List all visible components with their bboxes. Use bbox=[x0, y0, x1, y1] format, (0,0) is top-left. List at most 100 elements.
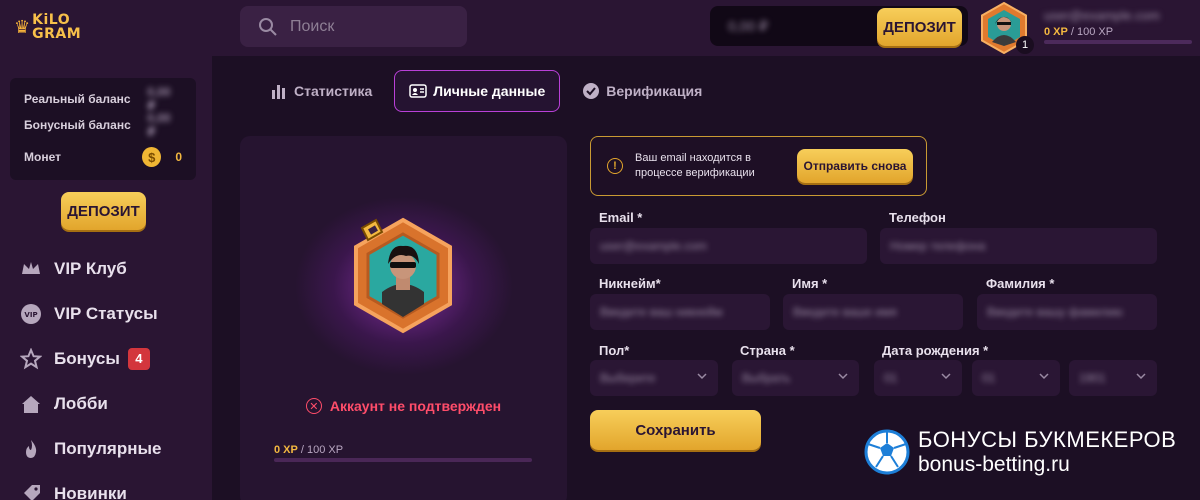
vip-icon: VIP bbox=[21, 303, 41, 324]
stats-icon bbox=[272, 85, 285, 99]
phone-placeholder: Номер телефона bbox=[890, 239, 986, 253]
header-user-email: user@example.com bbox=[1044, 8, 1160, 23]
watermark-line-1: БОНУСЫ БУКМЕКЕРОВ bbox=[918, 427, 1177, 452]
gender-label: Пол* bbox=[599, 343, 630, 358]
chevron-down-icon bbox=[838, 373, 848, 380]
crown-logo-icon: ♛ bbox=[14, 16, 31, 37]
header-deposit-button[interactable]: ДЕПОЗИТ bbox=[877, 8, 962, 46]
country-select[interactable]: Выбрать bbox=[732, 360, 859, 396]
tab-label: Личные данные bbox=[433, 83, 546, 99]
flame-icon bbox=[26, 439, 37, 458]
sidebar-item-label: Популярные bbox=[54, 438, 162, 458]
star-icon bbox=[20, 347, 42, 369]
info-icon: ! bbox=[607, 158, 623, 174]
sidebar-item-label: Лобби bbox=[54, 393, 108, 413]
email-field[interactable]: user@example.com bbox=[590, 228, 867, 264]
check-circle-icon bbox=[583, 83, 600, 99]
sidebar-deposit-button[interactable]: ДЕПОЗИТ bbox=[61, 192, 146, 230]
sidebar-item-vip-statuses[interactable]: VIP VIP Статусы bbox=[20, 291, 161, 336]
crown-icon bbox=[22, 261, 40, 274]
country-label: Страна * bbox=[740, 343, 795, 358]
header-xp-max: / 100 XP bbox=[1067, 26, 1114, 38]
birth-month-select[interactable]: 01 bbox=[972, 360, 1060, 396]
account-status: ✕ Аккаунт не подтвержден bbox=[240, 398, 567, 414]
balances-panel: Реальный баланс 0,00 ₽ Бонусный баланс 0… bbox=[10, 78, 196, 180]
sidebar: Реальный баланс 0,00 ₽ Бонусный баланс 0… bbox=[0, 56, 212, 500]
header-user-info[interactable]: user@example.com 0 XP / 100 XP bbox=[1044, 8, 1194, 44]
email-verification-notice: ! Ваш email находится в процессе верифик… bbox=[590, 136, 927, 196]
name-label: Имя * bbox=[792, 276, 828, 291]
tab-label: Статистика bbox=[294, 83, 373, 99]
sidebar-menu: VIP Клуб VIP VIP Статусы Бонусы 4 Лобби … bbox=[20, 246, 161, 500]
nickname-field[interactable]: Введите ваш никнейм bbox=[590, 294, 770, 330]
search-box[interactable] bbox=[240, 6, 467, 47]
card-xp-max: / 100 XP bbox=[297, 444, 344, 456]
sidebar-item-bonuses[interactable]: Бонусы 4 bbox=[20, 336, 161, 381]
phone-label: Телефон bbox=[889, 210, 946, 225]
logo-line-2: GRAM bbox=[32, 26, 82, 42]
surname-placeholder: Введите вашу фамилию bbox=[987, 305, 1123, 319]
real-balance-row: Реальный баланс 0,00 ₽ bbox=[24, 85, 182, 113]
gender-select[interactable]: Выберите bbox=[590, 360, 718, 396]
soccer-ball-icon bbox=[864, 429, 910, 475]
sidebar-item-label: VIP Статусы bbox=[54, 303, 158, 323]
birth-year-select[interactable]: 1901 bbox=[1069, 360, 1157, 396]
birth-day-select[interactable]: 01 bbox=[874, 360, 962, 396]
chevron-down-icon bbox=[1039, 373, 1049, 380]
birth-year-value: 1901 bbox=[1079, 371, 1106, 385]
sidebar-item-lobby[interactable]: Лобби bbox=[20, 381, 161, 426]
surname-field[interactable]: Введите вашу фамилию bbox=[977, 294, 1157, 330]
tab-personal-data[interactable]: Личные данные bbox=[394, 70, 561, 112]
home-icon bbox=[22, 395, 40, 413]
notice-text: Ваш email находится в процессе верификац… bbox=[635, 152, 755, 179]
coins-row: Монет $ 0 bbox=[24, 144, 182, 170]
header-xp-bar bbox=[1044, 40, 1192, 44]
sidebar-item-new[interactable]: Новинки bbox=[20, 471, 161, 500]
chevron-down-icon bbox=[697, 373, 707, 380]
sidebar-item-label: Бонусы bbox=[54, 348, 120, 368]
bonus-balance-value: 0,00 ₽ bbox=[147, 111, 171, 139]
nickname-label: Никнейм* bbox=[599, 276, 661, 291]
profile-card-icon bbox=[409, 84, 428, 98]
card-xp-bar bbox=[274, 458, 532, 462]
new-icon bbox=[24, 484, 40, 500]
svg-text:VIP: VIP bbox=[24, 311, 37, 319]
sidebar-item-vip-club[interactable]: VIP Клуб bbox=[20, 246, 161, 291]
search-icon bbox=[259, 17, 277, 36]
watermark: БОНУСЫ БУКМЕКЕРОВ bonus-betting.ru bbox=[864, 427, 1176, 477]
country-value: Выбрать bbox=[742, 371, 791, 385]
tab-verification[interactable]: Верификация bbox=[568, 70, 716, 112]
watermark-text: БОНУСЫ БУКМЕКЕРОВ bonus-betting.ru bbox=[918, 427, 1176, 477]
header-xp-current: 0 XP bbox=[1044, 26, 1068, 38]
search-input[interactable] bbox=[290, 17, 440, 36]
logo[interactable]: ♛ KiLO GRAM bbox=[14, 6, 94, 48]
logo-line-1: KiLO bbox=[32, 12, 71, 28]
save-button[interactable]: Сохранить bbox=[590, 410, 761, 450]
birth-day-value: 01 bbox=[884, 371, 898, 385]
bonus-balance-row: Бонусный баланс 0,00 ₽ bbox=[24, 111, 182, 139]
resend-button[interactable]: Отправить снова bbox=[797, 149, 913, 183]
name-placeholder: Введите ваше имя bbox=[793, 305, 897, 319]
profile-card: ✕ Аккаунт не подтвержден 0 XP / 100 XP bbox=[240, 136, 567, 500]
account-status-text: Аккаунт не подтвержден bbox=[329, 398, 502, 414]
bonus-balance-label: Бонусный баланс bbox=[24, 118, 131, 132]
email-value: user@example.com bbox=[600, 239, 707, 253]
logo-text: KiLO GRAM bbox=[32, 13, 81, 41]
bonus-count-badge: 4 bbox=[127, 347, 150, 370]
card-xp-current: 0 XP bbox=[274, 444, 298, 456]
sidebar-item-popular[interactable]: Популярные bbox=[20, 426, 161, 471]
watermark-line-2: bonus-betting.ru bbox=[918, 453, 1070, 476]
email-label: Email * bbox=[599, 210, 643, 225]
header-balance-value: 0,00 ₽ bbox=[728, 18, 769, 34]
sidebar-item-label: VIP Клуб bbox=[54, 258, 127, 278]
avatar-level-badge: 1 bbox=[1016, 36, 1034, 54]
name-field[interactable]: Введите ваше имя bbox=[783, 294, 963, 330]
tab-statistics[interactable]: Статистика bbox=[256, 70, 386, 112]
surname-label: Фамилия * bbox=[986, 276, 1055, 291]
profile-avatar[interactable] bbox=[348, 214, 458, 339]
coins-label: Монет bbox=[24, 150, 61, 164]
phone-field[interactable]: Номер телефона bbox=[880, 228, 1157, 264]
profile-tabs: Статистика Личные данные Верификация bbox=[256, 70, 724, 112]
birth-date-label: Дата рождения * bbox=[882, 343, 989, 358]
chevron-down-icon bbox=[941, 373, 951, 380]
